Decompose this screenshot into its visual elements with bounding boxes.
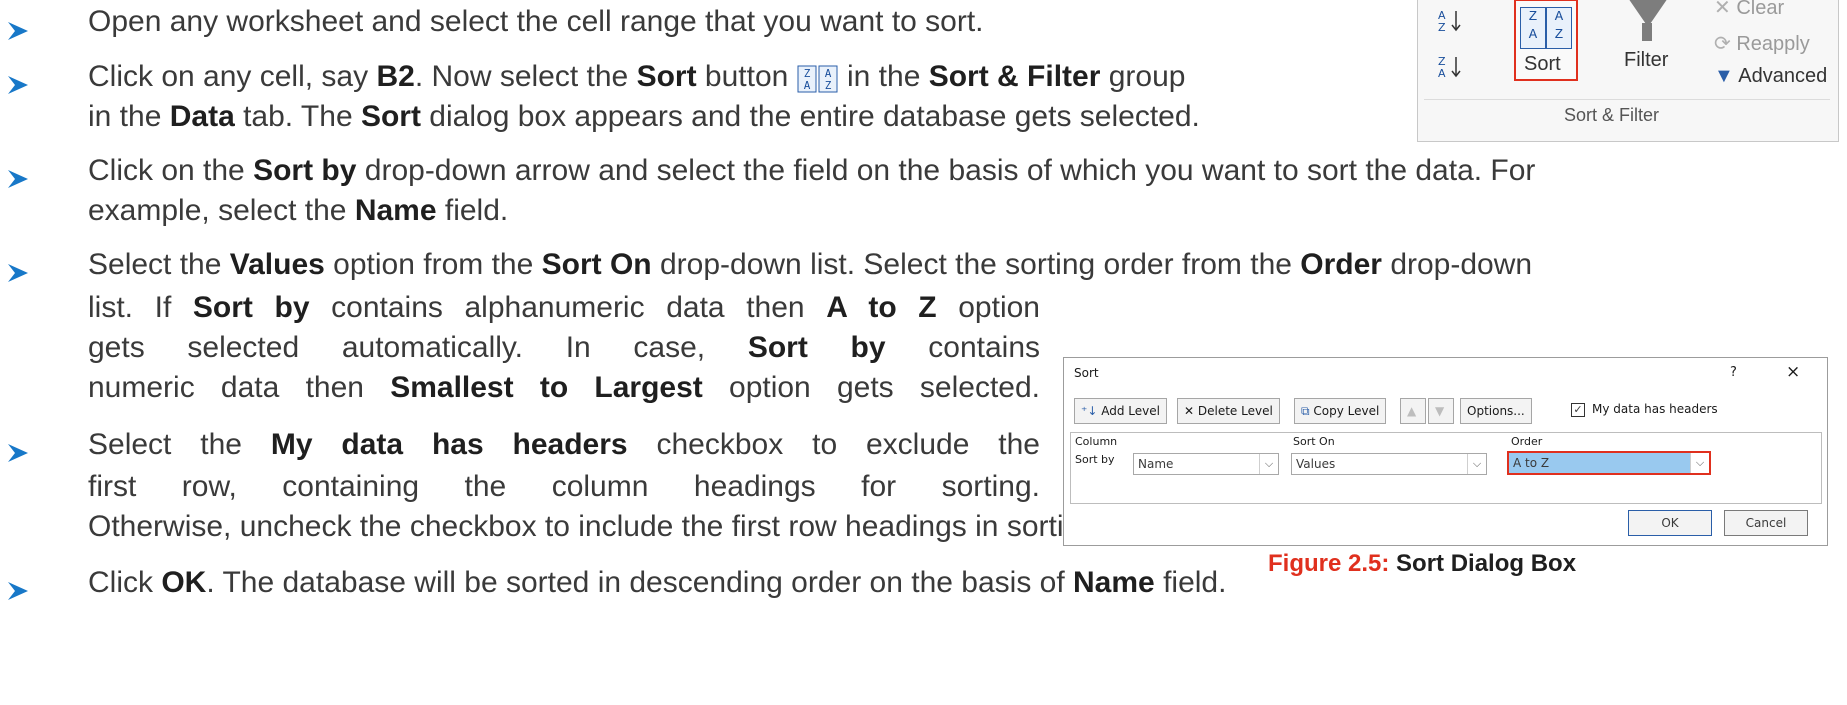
sort-az-icon[interactable]: AZ	[1436, 7, 1476, 34]
svg-text:A: A	[1438, 67, 1446, 79]
column-header: Column	[1075, 435, 1118, 448]
bullet-4-line-2: list. If Sort by contains alphanumeric d…	[88, 291, 1040, 324]
svg-text:Z: Z	[824, 79, 831, 92]
filter-button[interactable]: Filter	[1624, 49, 1668, 72]
dropdown-arrow-icon[interactable]: ⌵	[1690, 453, 1709, 473]
order-header: Order	[1511, 435, 1543, 448]
filter-funnel-icon	[1642, 23, 1652, 41]
copy-level-button[interactable]: ⧉ Copy Level	[1294, 398, 1387, 424]
sort-levels-table: Column Sort On Order Sort by Name ⌵ Valu…	[1070, 432, 1822, 504]
ok-button[interactable]: OK	[1628, 510, 1712, 536]
ribbon-sort-filter-group: AZ ZA ZA AZ Sort Filter ✕ Clear ⟳ Reappl…	[1417, 0, 1839, 142]
bullet-3-line-2: example, select the Name field.	[88, 194, 509, 227]
bullet-4-line-4: numeric data then Smallest to Largest op…	[88, 371, 1040, 404]
sort-button-label: Sort	[1524, 53, 1561, 75]
bullet-4-line-3: gets selected automatically. In case, So…	[88, 331, 1040, 364]
clear-button[interactable]: ✕ Clear	[1714, 0, 1784, 20]
reapply-icon: ⟳	[1714, 33, 1737, 55]
sort-az-icon: ZAAZ	[797, 62, 839, 93]
sort-button[interactable]: ZA AZ Sort	[1514, 0, 1578, 81]
bullet-3-line-1: Click on the Sort by drop-down arrow and…	[88, 154, 1536, 187]
dialog-title: Sort	[1074, 366, 1099, 380]
delete-level-icon: ✕	[1184, 404, 1198, 418]
cancel-button[interactable]: Cancel	[1724, 510, 1808, 536]
advanced-icon: ▼	[1714, 65, 1739, 87]
move-up-button[interactable]: ▲	[1400, 398, 1426, 424]
order-dropdown[interactable]: A to Z ⌵	[1507, 451, 1711, 475]
figure-number: Figure 2.5:	[1268, 550, 1390, 577]
dropdown-arrow-icon[interactable]: ⌵	[1467, 454, 1486, 474]
sort-on-dropdown[interactable]: Values ⌵	[1291, 453, 1487, 475]
svg-text:A: A	[803, 79, 810, 92]
move-down-button[interactable]: ▼	[1428, 398, 1454, 424]
bullet-6-line-1: Click OK. The database will be sorted in…	[88, 566, 1227, 599]
bullet-4-line-1: Select the Values option from the Sort O…	[88, 248, 1533, 281]
svg-text:Z: Z	[1438, 21, 1446, 33]
bullet-5-line-1: Select the My data has headers checkbox …	[88, 428, 1040, 461]
ribbon-divider	[1424, 99, 1830, 100]
sort-dialog: Sort ? × ⁺↓ Add Level ✕ Delete Level ⧉ C…	[1063, 357, 1828, 546]
checkbox-icon[interactable]: ✓	[1571, 403, 1585, 417]
sort-az-icon: ZA	[1520, 7, 1546, 49]
clear-icon: ✕	[1714, 0, 1737, 19]
bullet-1-text: Open any worksheet and select the cell r…	[88, 5, 984, 38]
sort-on-header: Sort On	[1293, 435, 1335, 448]
add-level-icon: ⁺↓	[1081, 404, 1102, 418]
sort-za-icon[interactable]: ZA	[1436, 53, 1476, 80]
help-button[interactable]: ?	[1730, 365, 1737, 380]
bullet-2-line-2: in the Data tab. The Sort dialog box app…	[88, 100, 1200, 133]
my-data-has-headers-label: My data has headers	[1592, 402, 1718, 416]
close-icon[interactable]: ×	[1786, 362, 1800, 382]
figure-title: Sort Dialog Box	[1396, 550, 1577, 577]
dropdown-arrow-icon[interactable]: ⌵	[1259, 454, 1278, 474]
reapply-button[interactable]: ⟳ Reapply	[1714, 31, 1810, 56]
sort-by-label: Sort by	[1075, 453, 1115, 466]
bullet-5-line-3: Otherwise, uncheck the checkbox to inclu…	[88, 510, 1106, 543]
add-level-button[interactable]: ⁺↓ Add Level	[1074, 398, 1167, 424]
bullet-2-line-1: Click on any cell, say B2. Now select th…	[88, 60, 1186, 93]
sort-za-icon: AZ	[1546, 7, 1572, 49]
delete-level-button[interactable]: ✕ Delete Level	[1177, 398, 1280, 424]
advanced-button[interactable]: ▼ Advanced	[1714, 65, 1827, 88]
ribbon-group-label: Sort & Filter	[1564, 105, 1660, 125]
bullet-5-line-2: first row, containing the column heading…	[88, 470, 1040, 503]
options-button[interactable]: Options...	[1460, 398, 1532, 424]
copy-level-icon: ⧉	[1301, 404, 1314, 418]
figure-caption: Figure 2.5: Sort Dialog Box	[1268, 550, 1576, 578]
sort-by-dropdown[interactable]: Name ⌵	[1133, 453, 1279, 475]
